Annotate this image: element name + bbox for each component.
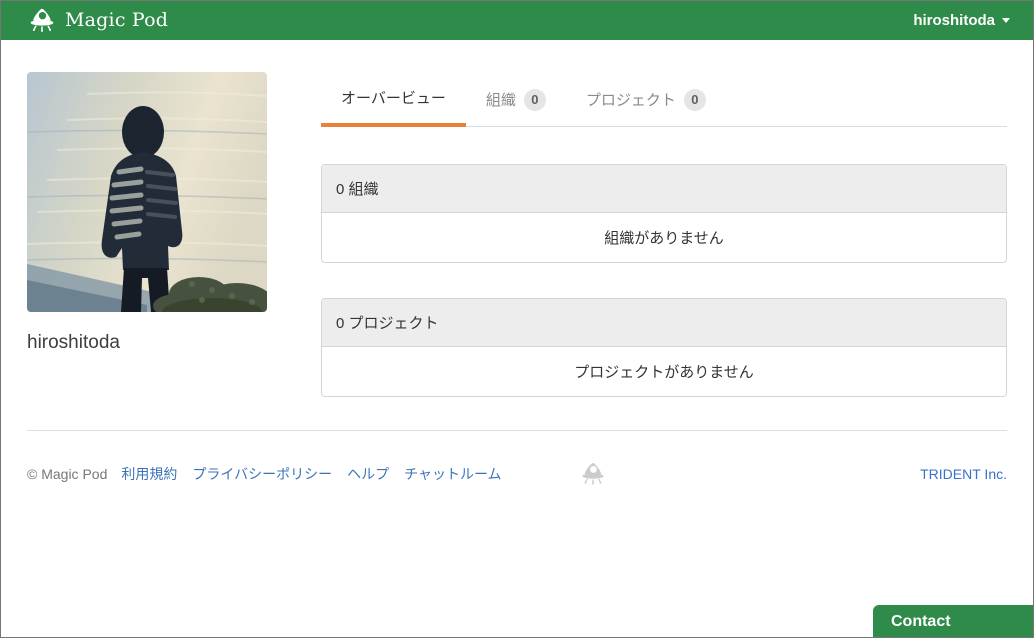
tab-overview-label: オーバービュー (341, 90, 446, 107)
copyright: © Magic Pod (27, 465, 108, 482)
footer-link-privacy[interactable]: プライバシーポリシー (192, 464, 332, 484)
profile-photo (27, 72, 267, 312)
organization-panel-header: 0 組織 (322, 165, 1006, 213)
organization-panel: 0 組織 組織がありません (321, 164, 1007, 263)
organization-count-badge: 0 (523, 88, 546, 111)
user-dropdown[interactable]: hiroshitoda (913, 12, 1010, 29)
brand-logo[interactable]: Magic Pod (27, 6, 168, 34)
project-empty-message: プロジェクトがありません (574, 364, 754, 381)
navbar: Magic Pod hiroshitoda (0, 0, 1034, 40)
tab-project[interactable]: プロジェクト 0 (566, 72, 726, 127)
footer-ufo-icon (579, 461, 607, 486)
profile-username: hiroshitoda (27, 332, 120, 353)
project-panel: 0 プロジェクト プロジェクトがありません (321, 298, 1007, 397)
brand-name: Magic Pod (65, 9, 169, 31)
user-dropdown-label: hiroshitoda (913, 11, 995, 29)
tab-organization-label: 組織 (485, 92, 516, 109)
tab-overview[interactable]: オーバービュー (321, 72, 466, 127)
organization-empty-message: 組織がありません (604, 230, 724, 247)
profile-sidebar: hiroshitoda (27, 72, 267, 397)
contact-button-label: Contact (891, 612, 951, 630)
caret-down-icon (1002, 17, 1010, 23)
footer: © Magic Pod 利用規約 プライバシーポリシー ヘルプ チャットルーム … (27, 431, 1007, 486)
project-count-badge: 0 (683, 88, 706, 111)
footer-link-help[interactable]: ヘルプ (347, 464, 389, 484)
magic-pod-ufo-icon (27, 6, 57, 34)
contact-button[interactable]: Contact (873, 605, 1034, 638)
company-link[interactable]: TRIDENT Inc. (920, 466, 1007, 482)
tab-organization[interactable]: 組織 0 (466, 72, 566, 127)
main-content: hiroshitoda オーバービュー 組織 0 プロジェクト 0 0 組織 組… (27, 40, 1007, 397)
footer-link-chat[interactable]: チャットルーム (404, 464, 501, 484)
project-panel-header: 0 プロジェクト (322, 299, 1006, 347)
tab-project-label: プロジェクト (585, 92, 676, 109)
profile-tabs: オーバービュー 組織 0 プロジェクト 0 (321, 72, 1007, 127)
footer-link-terms[interactable]: 利用規約 (121, 464, 177, 484)
